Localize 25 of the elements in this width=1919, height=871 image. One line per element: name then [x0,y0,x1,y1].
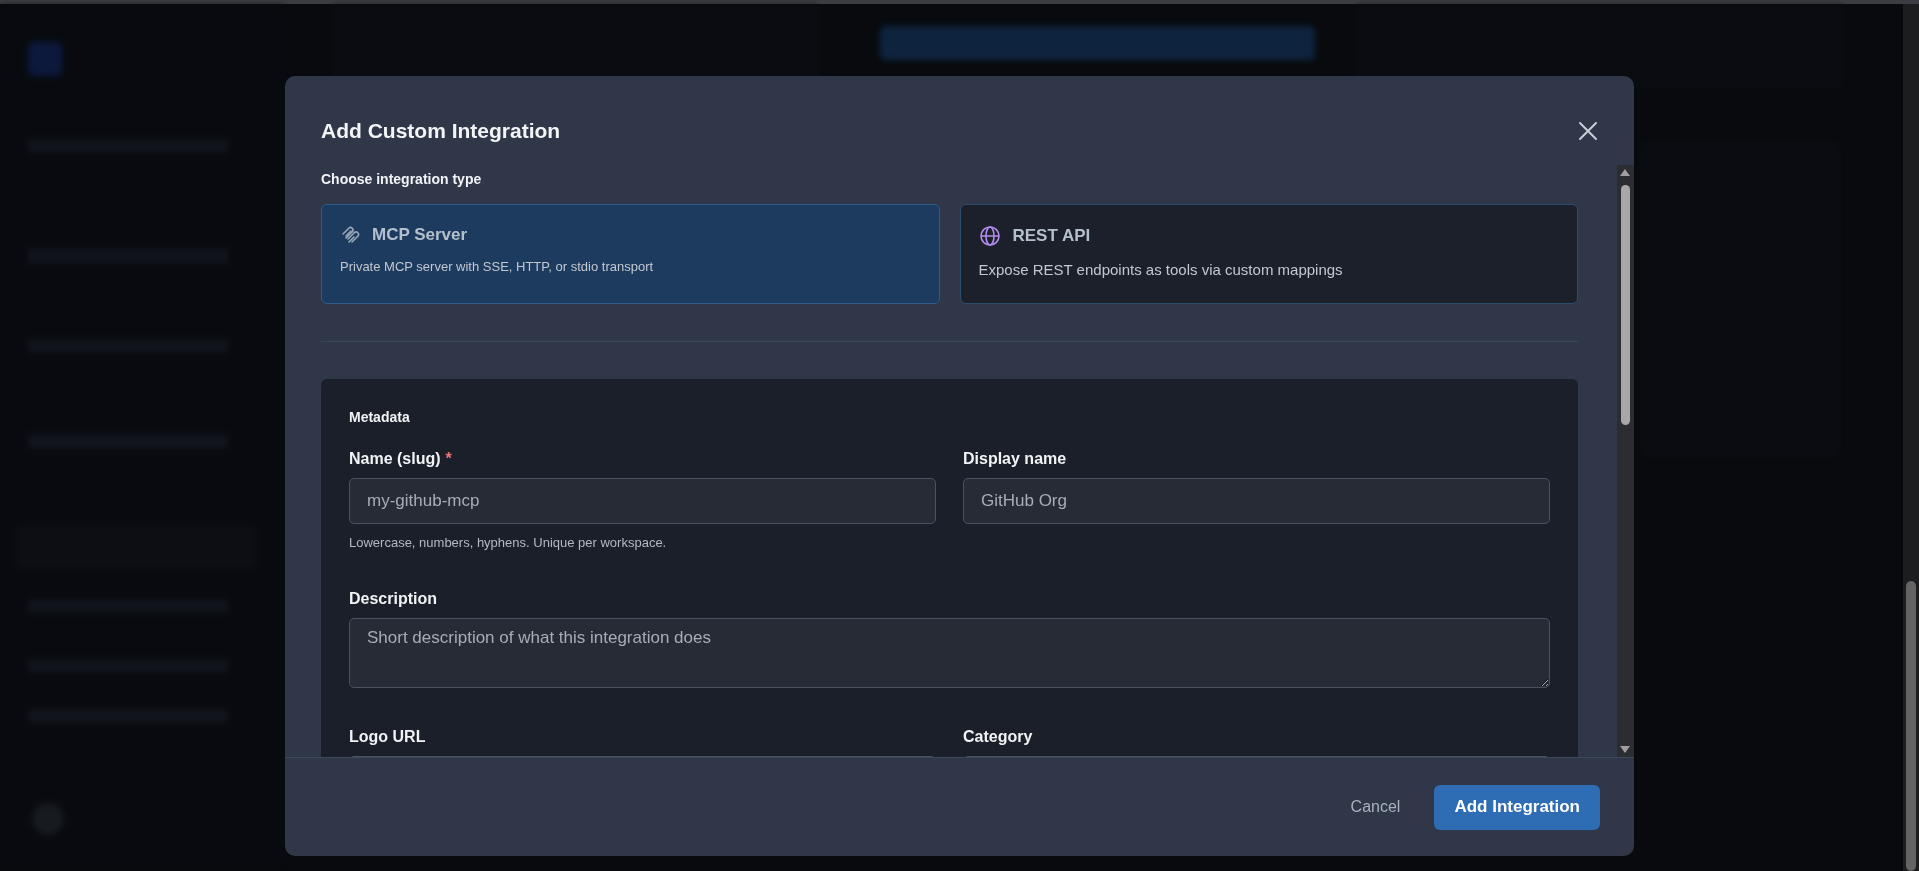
card-description: Private MCP server with SSE, HTTP, or stdio transport [340,259,655,274]
input-field[interactable]: my-github-mcp [349,478,936,524]
add-integration-button[interactable]: Add Integration [1434,784,1600,830]
section-label: Choose integration type [321,171,483,187]
required-asterisk: * [445,450,452,468]
page-scrollbar[interactable] [1903,4,1919,871]
scrollbar[interactable] [1617,165,1634,757]
field-label: Display name [963,450,1067,468]
field-label: Name (slug) [349,450,441,468]
card-description: Expose REST endpoints as tools via custom mappings [978,261,1344,278]
cancel-button[interactable]: Cancel [1344,797,1407,817]
integration-type-card[interactable]: REST API Expose REST endpoints as tools via custom mappings [959,204,1578,304]
card-title: REST API [1012,226,1091,246]
field-label: Logo URL [349,728,426,746]
panel-heading: Metadata [349,409,411,425]
integration-type-card[interactable]: MCP Server Private MCP server with SSE, HTTP, or stdio transport [321,204,940,304]
dialog-title: Add Custom Integration [321,119,561,143]
close-icon[interactable] [1576,119,1600,143]
field-label: Description [349,590,437,608]
input-field[interactable]: GitHub Org [963,478,1550,524]
field-hint: Lowercase, numbers, hyphens. Unique per workspace. [349,535,668,550]
card-title: MCP Server [372,225,468,245]
field-label: Category [963,728,1033,746]
description-field[interactable]: Short description of what this integration does [349,618,1550,688]
globe-icon [978,225,1001,247]
